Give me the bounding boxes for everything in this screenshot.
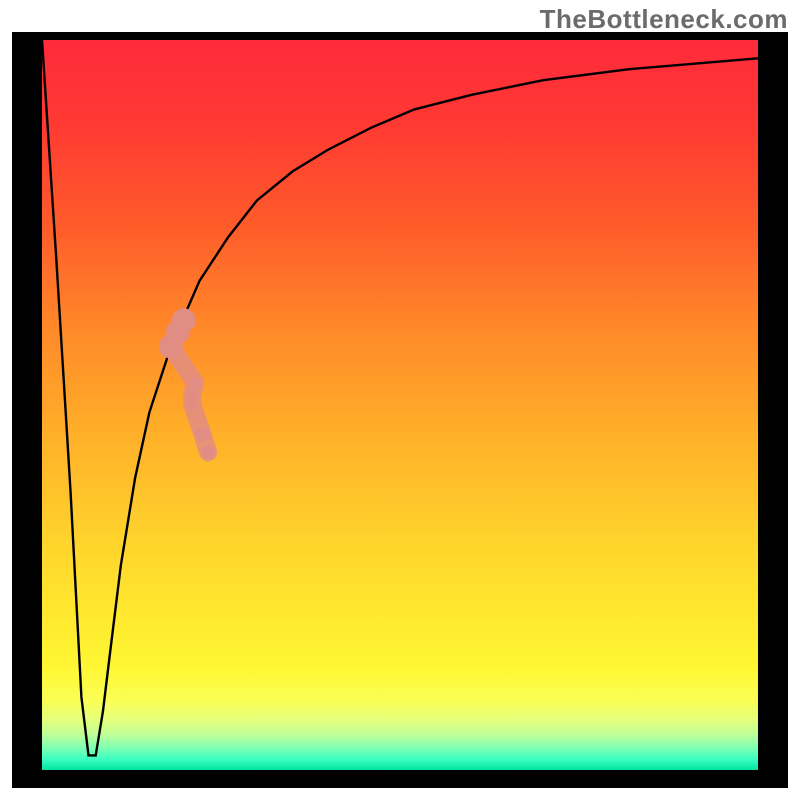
plot-area — [42, 40, 758, 770]
marker-dot — [195, 427, 209, 441]
chart-stage: TheBottleneck.com — [0, 0, 800, 800]
marker-dot — [201, 445, 215, 459]
marker-dot — [172, 308, 196, 332]
attribution-text: TheBottleneck.com — [540, 4, 788, 35]
bottleneck-chart — [0, 0, 800, 800]
marker-dot — [186, 388, 198, 400]
marker-dot — [189, 377, 201, 389]
marker-dot — [186, 399, 198, 411]
